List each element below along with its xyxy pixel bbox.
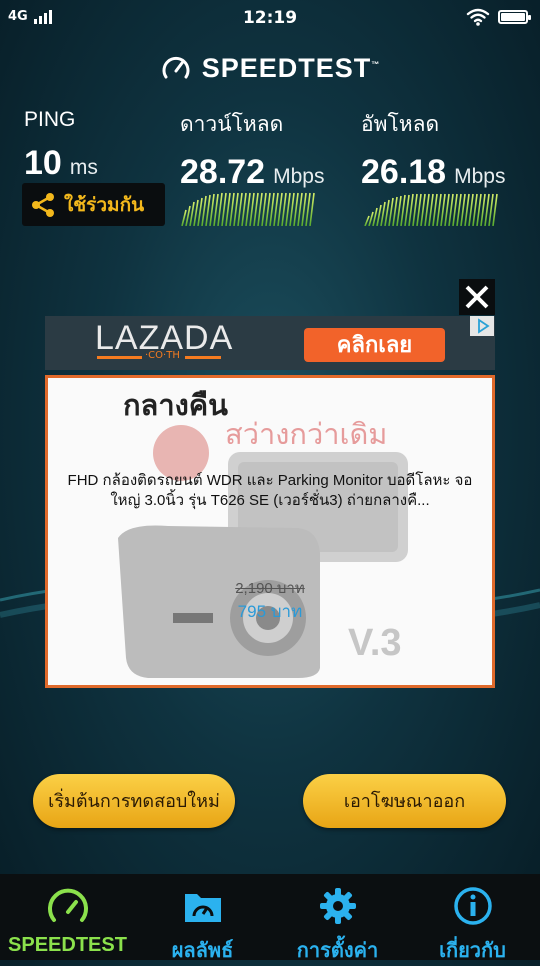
restart-test-button[interactable]: เริ่มต้นการทดสอบใหม่ [33,774,235,828]
ping-metric: PING 10 ms [24,108,98,183]
wifi-icon [466,8,490,26]
download-label: ดาวน์โหลด [180,113,284,136]
app-logo: SPEEDTEST™ [0,52,540,84]
tab-about[interactable]: เกี่ยวกับ [405,874,540,962]
upload-unit: Mbps [454,165,506,188]
gear-icon [319,888,356,924]
download-unit: Mbps [273,165,325,188]
tab-results[interactable]: ผลลัพธ์ [135,874,270,962]
ad-close-button[interactable] [459,279,495,315]
upload-metric: อัพโหลด 26.18 Mbps [361,108,505,192]
status-bar: 4G 12:19 [0,0,540,36]
original-price: 2,190 บาท [235,580,305,597]
ad-product-card[interactable]: กลางคืน สว่างกว่าเดิม V.3 FHD กล้องติดรถ… [45,375,495,688]
bottom-tab-bar: SPEEDTEST ผลลัพธ์ การตั้งค่า เกี่ยวกับ [0,874,540,962]
clock: 12:19 [242,8,298,28]
tab-results-label: ผลลัพธ์ [171,940,234,962]
upload-label: อัพโหลด [361,113,440,136]
close-icon [465,285,489,309]
ping-label: PING [24,108,76,131]
ping-value: 10 [24,144,62,182]
ad-cta-button[interactable]: คลิกเลย [304,328,445,362]
ad-banner-header[interactable]: LAZADA ·CO·TH คลิกเลย [45,316,495,370]
upload-value: 26.18 [361,153,447,191]
tab-settings-label: การตั้งค่า [296,940,379,962]
gauge-icon [47,888,88,922]
logo-tm: ™ [371,59,381,69]
battery-icon [498,10,531,24]
upload-graph [364,193,498,226]
product-description: FHD กล้องติดรถยนต์ WDR และ Parking Monit… [67,472,473,509]
tab-speedtest[interactable]: SPEEDTEST [0,874,135,960]
banner-headline: กลางคืน [123,390,228,422]
download-graph [181,192,315,226]
speedometer-icon [162,56,190,79]
banner-subheadline: สว่างกว่าเดิม [225,419,388,451]
logo-text: SPEEDTEST [201,52,372,83]
results-folder-icon [184,894,221,922]
share-label: ใช้ร่วมกัน [64,194,145,216]
download-value: 28.72 [180,153,266,191]
info-icon [453,887,492,925]
share-button[interactable]: ใช้ร่วมกัน [22,183,165,226]
tab-speedtest-label: SPEEDTEST [8,934,127,956]
version-badge: V.3 [348,622,402,664]
tab-about-label: เกี่ยวกับ [439,940,506,962]
sale-price: 795 บาท [237,602,303,621]
remove-ads-button[interactable]: เอาโฆษณาออก [303,774,506,828]
adchoices-icon[interactable] [470,316,494,336]
download-metric: ดาวน์โหลด 28.72 Mbps [180,108,324,192]
ping-unit: ms [69,156,98,179]
tab-settings[interactable]: การตั้งค่า [270,874,405,962]
share-icon [32,192,54,217]
lazada-logo-sub: ·CO·TH [145,350,180,361]
